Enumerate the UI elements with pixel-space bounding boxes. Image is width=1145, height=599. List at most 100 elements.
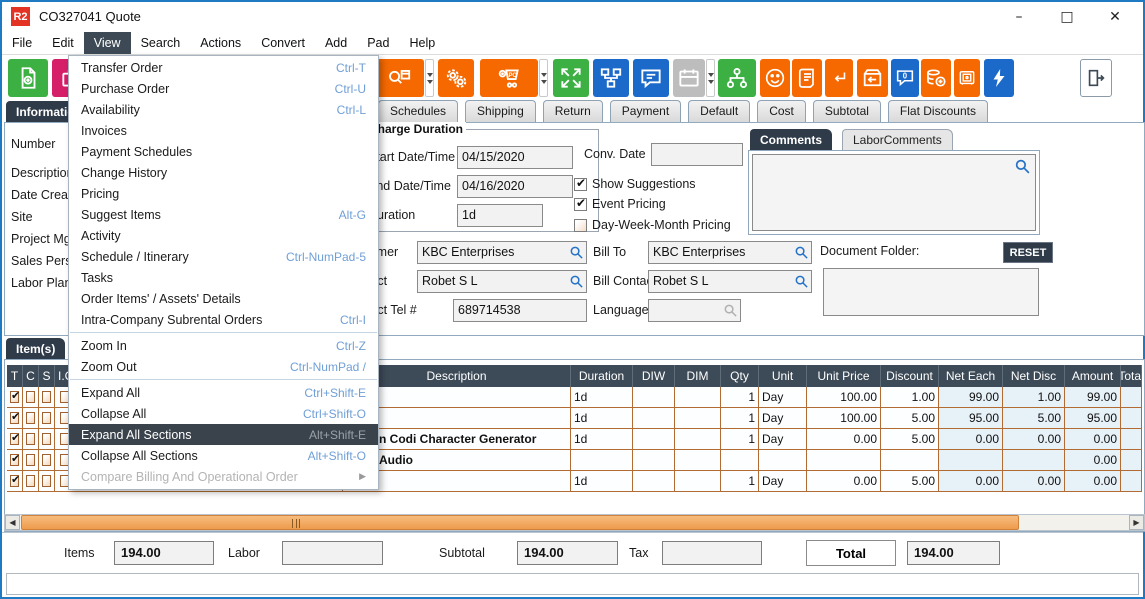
checkbox-event-pricing[interactable] [574, 198, 587, 211]
tab-shipping[interactable]: Shipping [465, 100, 536, 123]
menu-item-activity[interactable]: Activity [69, 225, 378, 246]
document-folder-box[interactable] [823, 268, 1039, 316]
row-checkbox-t[interactable] [10, 433, 19, 445]
safe-button[interactable] [954, 59, 980, 97]
reset-button[interactable]: RESET [1003, 242, 1053, 263]
tab-items[interactable]: Item(s) [6, 338, 65, 360]
column-header-net-each[interactable]: Net Each [939, 365, 1003, 387]
column-header-dim[interactable]: DIM [675, 365, 721, 387]
row-checkbox-s[interactable] [42, 475, 51, 487]
menu-item-expand-all-sections[interactable]: Expand All SectionsAlt+Shift-E [69, 424, 378, 445]
menubar-item-help[interactable]: Help [399, 32, 445, 54]
row-checkbox-s[interactable] [42, 454, 51, 466]
column-header-t[interactable]: T [7, 365, 23, 387]
column-header-amount[interactable]: Amount [1065, 365, 1121, 387]
tab-schedules[interactable]: Schedules [378, 100, 458, 123]
start-date-field[interactable]: 04/15/2020 [457, 146, 573, 169]
maximize-icon[interactable]: □ [1043, 2, 1091, 32]
row-checkbox-s[interactable] [42, 412, 51, 424]
expand-button[interactable] [553, 59, 589, 97]
menubar-item-search[interactable]: Search [131, 32, 191, 54]
menu-item-compare-billing-and-operational-order[interactable]: Compare Billing And Operational Order▶ [69, 466, 378, 487]
tab-payment[interactable]: Payment [610, 100, 681, 123]
menu-item-suggest-items[interactable]: Suggest ItemsAlt-G [69, 204, 378, 225]
scrollbar-track[interactable] [20, 515, 1129, 530]
tab-default[interactable]: Default [688, 100, 750, 123]
notes-scroll-button[interactable] [792, 59, 822, 97]
search-icon[interactable] [794, 274, 809, 289]
calendar-button[interactable] [673, 59, 705, 97]
menubar-item-add[interactable]: Add [315, 32, 357, 54]
menu-item-purchase-order[interactable]: Purchase OrderCtrl-U [69, 78, 378, 99]
hierarchy-button[interactable] [718, 59, 756, 97]
tab-flat-discounts[interactable]: Flat Discounts [888, 100, 988, 123]
menu-item-change-history[interactable]: Change History [69, 162, 378, 183]
minimize-icon[interactable]: – [995, 2, 1043, 32]
menu-item-availability[interactable]: AvailabilityCtrl-L [69, 99, 378, 120]
search-icon[interactable] [1014, 158, 1031, 175]
column-header-diw[interactable]: DIW [633, 365, 675, 387]
menu-item-zoom-in[interactable]: Zoom InCtrl-Z [69, 335, 378, 356]
row-checkbox-c[interactable] [26, 412, 35, 424]
row-checkbox-t[interactable] [10, 454, 19, 466]
row-checkbox-t[interactable] [10, 412, 19, 424]
bill-contact-field[interactable]: Robet S L [648, 270, 812, 293]
menu-item-zoom-out[interactable]: Zoom OutCtrl-NumPad / [69, 356, 378, 377]
row-checkbox-c[interactable] [26, 391, 35, 403]
options-gears-button[interactable] [438, 59, 474, 97]
column-header-duration[interactable]: Duration [571, 365, 633, 387]
bill-to-field[interactable]: KBC Enterprises [648, 241, 812, 264]
horizontal-scrollbar[interactable]: ◀ ▶ [4, 514, 1145, 531]
row-checkbox-s[interactable] [42, 433, 51, 445]
smiley-button[interactable] [760, 59, 790, 97]
end-date-field[interactable]: 04/16/2020 [457, 175, 573, 198]
tab-comments[interactable]: Comments [750, 129, 832, 150]
tab-subtotal[interactable]: Subtotal [813, 100, 881, 123]
row-checkbox-c[interactable] [26, 475, 35, 487]
language-field[interactable] [648, 299, 741, 322]
scroll-right-icon[interactable]: ▶ [1129, 515, 1144, 530]
contact-field[interactable]: Robet S L [417, 270, 587, 293]
menu-item-pricing[interactable]: Pricing [69, 183, 378, 204]
search-icon[interactable] [569, 245, 584, 260]
search-icon[interactable] [569, 274, 584, 289]
column-header-discount[interactable]: Discount [881, 365, 939, 387]
menu-item-invoices[interactable]: Invoices [69, 120, 378, 141]
menu-item-collapse-all-sections[interactable]: Collapse All SectionsAlt+Shift-O [69, 445, 378, 466]
column-header-unit-price[interactable]: Unit Price [807, 365, 881, 387]
customer-field[interactable]: KBC Enterprises [417, 241, 587, 264]
menu-item-schedule-itinerary[interactable]: Schedule / ItineraryCtrl-NumPad-5 [69, 246, 378, 267]
row-checkbox-s[interactable] [42, 391, 51, 403]
row-checkbox-c[interactable] [26, 433, 35, 445]
row-checkbox-t[interactable] [10, 475, 19, 487]
menubar-item-actions[interactable]: Actions [190, 32, 251, 54]
menu-item-order-items-assets-details[interactable]: Order Items' / Assets' Details [69, 288, 378, 309]
menu-item-payment-schedules[interactable]: Payment Schedules [69, 141, 378, 162]
menubar-item-edit[interactable]: Edit [42, 32, 84, 54]
calendar-dropdown-icon[interactable] [706, 59, 715, 97]
chat-zero-button[interactable]: 0 [891, 59, 919, 97]
lightning-button[interactable] [984, 59, 1014, 97]
column-header-s[interactable]: S [39, 365, 55, 387]
scrollbar-grip[interactable] [292, 519, 300, 528]
close-icon[interactable]: ✕ [1091, 2, 1139, 32]
column-header-total[interactable]: Total [1121, 365, 1142, 387]
row-checkbox-c[interactable] [26, 454, 35, 466]
tab-labor-comments[interactable]: LaborComments [842, 129, 953, 150]
tab-return[interactable]: Return [543, 100, 603, 123]
add-purchase-order-dropdown-icon[interactable] [539, 59, 548, 97]
column-header-qty[interactable]: Qty [721, 365, 759, 387]
menubar-item-file[interactable]: File [2, 32, 42, 54]
contact-tel-field[interactable]: 689714538 [453, 299, 587, 322]
menu-item-expand-all[interactable]: Expand AllCtrl+Shift-E [69, 382, 378, 403]
comment-button[interactable] [633, 59, 669, 97]
return-arrow-button[interactable] [825, 59, 853, 97]
search-items-dropdown-icon[interactable] [425, 59, 434, 97]
menubar-item-convert[interactable]: Convert [251, 32, 315, 54]
menu-item-collapse-all[interactable]: Collapse AllCtrl+Shift-O [69, 403, 378, 424]
exit-button[interactable] [1080, 59, 1112, 97]
conv-date-field[interactable] [651, 143, 743, 166]
duration-field[interactable]: 1d [457, 204, 543, 227]
menu-item-tasks[interactable]: Tasks [69, 267, 378, 288]
workflow-button[interactable] [593, 59, 629, 97]
